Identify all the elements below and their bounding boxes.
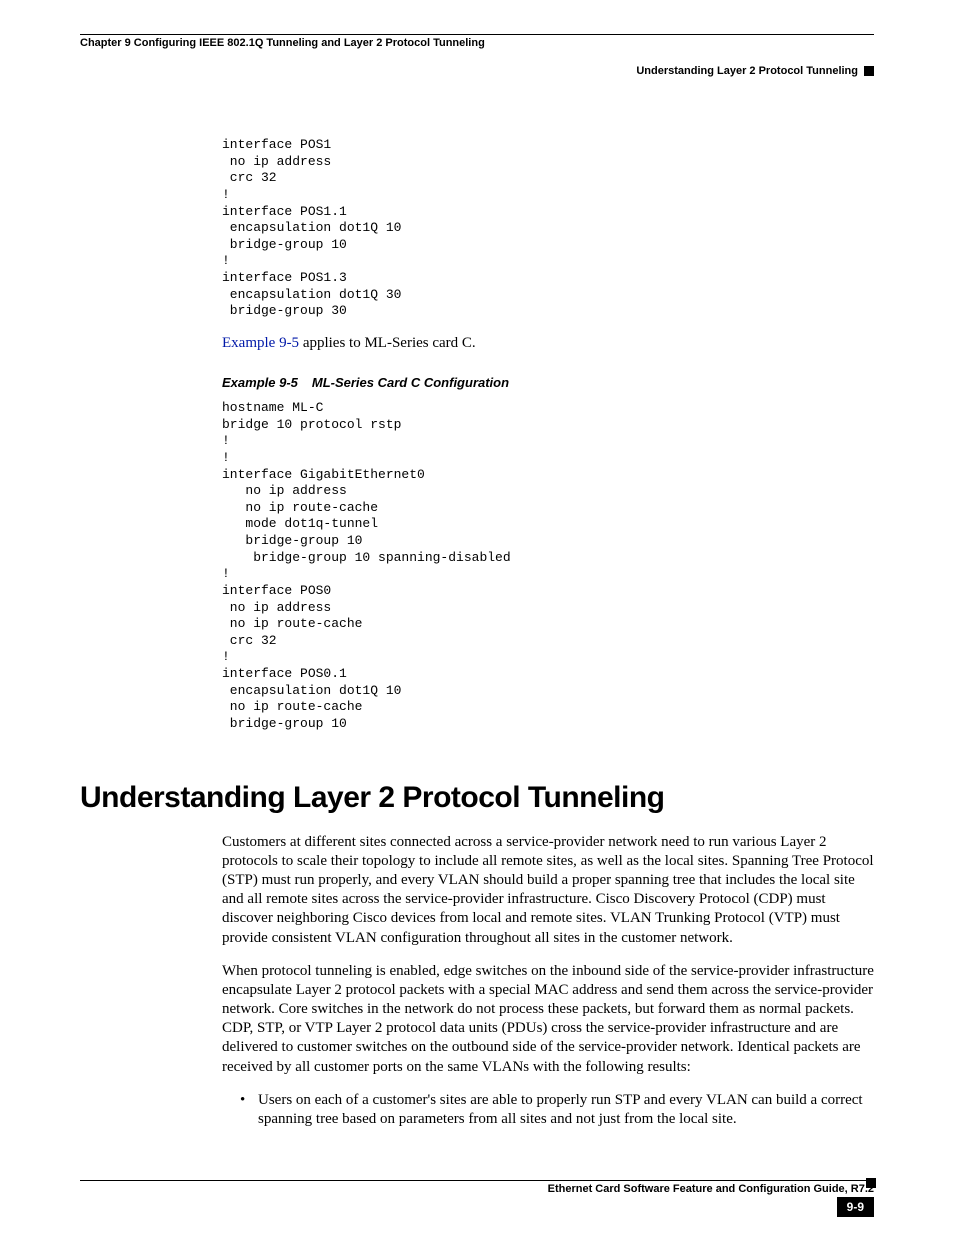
footer-marker-icon bbox=[866, 1178, 876, 1188]
section-heading: Understanding Layer 2 Protocol Tunneling bbox=[80, 781, 874, 815]
footer-guide-title: Ethernet Card Software Feature and Confi… bbox=[548, 1183, 874, 1195]
running-head-right-row: Understanding Layer 2 Protocol Tunneling bbox=[80, 65, 874, 77]
page-footer: Ethernet Card Software Feature and Confi… bbox=[80, 1180, 874, 1195]
running-head-section: Understanding Layer 2 Protocol Tunneling bbox=[636, 65, 858, 77]
example-number: Example 9-5 bbox=[222, 375, 298, 390]
xref-sentence-rest: applies to ML-Series card C. bbox=[299, 335, 476, 351]
code-block-ml-c: hostname ML-C bridge 10 protocol rstp ! … bbox=[222, 400, 874, 733]
example-9-5-link[interactable]: Example 9-5 bbox=[222, 335, 299, 351]
running-head-chapter: Chapter 9 Configuring IEEE 802.1Q Tunnel… bbox=[80, 37, 485, 49]
body-paragraph-1: Customers at different sites connected a… bbox=[222, 833, 874, 948]
example-title: Example 9-5 ML-Series Card C Configuratio… bbox=[222, 375, 874, 390]
body-paragraph-2: When protocol tunneling is enabled, edge… bbox=[222, 962, 874, 1077]
page-number: 9-9 bbox=[837, 1197, 874, 1217]
code-block-pos1: interface POS1 no ip address crc 32 ! in… bbox=[222, 137, 874, 320]
header-marker-icon bbox=[864, 66, 874, 76]
bullet-list: Users on each of a customer's sites are … bbox=[80, 1091, 874, 1129]
xref-sentence: Example 9-5 applies to ML-Series card C. bbox=[222, 334, 874, 353]
bullet-item-1: Users on each of a customer's sites are … bbox=[240, 1091, 874, 1129]
example-caption: ML-Series Card C Configuration bbox=[312, 375, 509, 390]
running-head: Chapter 9 Configuring IEEE 802.1Q Tunnel… bbox=[80, 34, 874, 49]
